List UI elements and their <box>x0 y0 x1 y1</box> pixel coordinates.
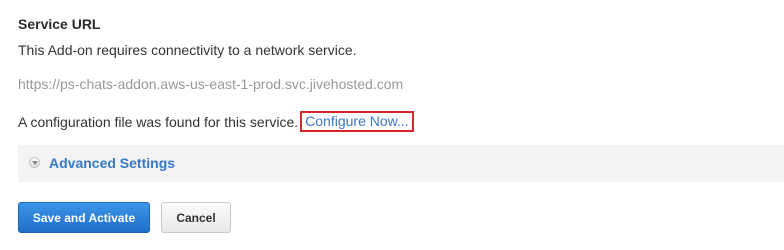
save-and-activate-button[interactable]: Save and Activate <box>18 202 150 233</box>
service-description: This Add-on requires connectivity to a n… <box>18 42 357 58</box>
advanced-settings-label: Advanced Settings <box>49 155 176 171</box>
config-line: A configuration file was found for this … <box>18 111 414 133</box>
service-settings-page: Service URL This Add-on requires connect… <box>0 0 784 250</box>
chevron-down-icon <box>29 157 40 168</box>
service-url: https://ps-chats-addon.aws-us-east-1-pro… <box>18 76 404 92</box>
advanced-settings-toggle[interactable]: Advanced Settings <box>18 145 784 182</box>
config-found-text: A configuration file was found for this … <box>18 114 299 130</box>
section-title: Service URL <box>18 16 101 32</box>
cancel-button[interactable]: Cancel <box>161 202 231 233</box>
configure-now-link[interactable]: Configure Now... <box>300 111 414 132</box>
